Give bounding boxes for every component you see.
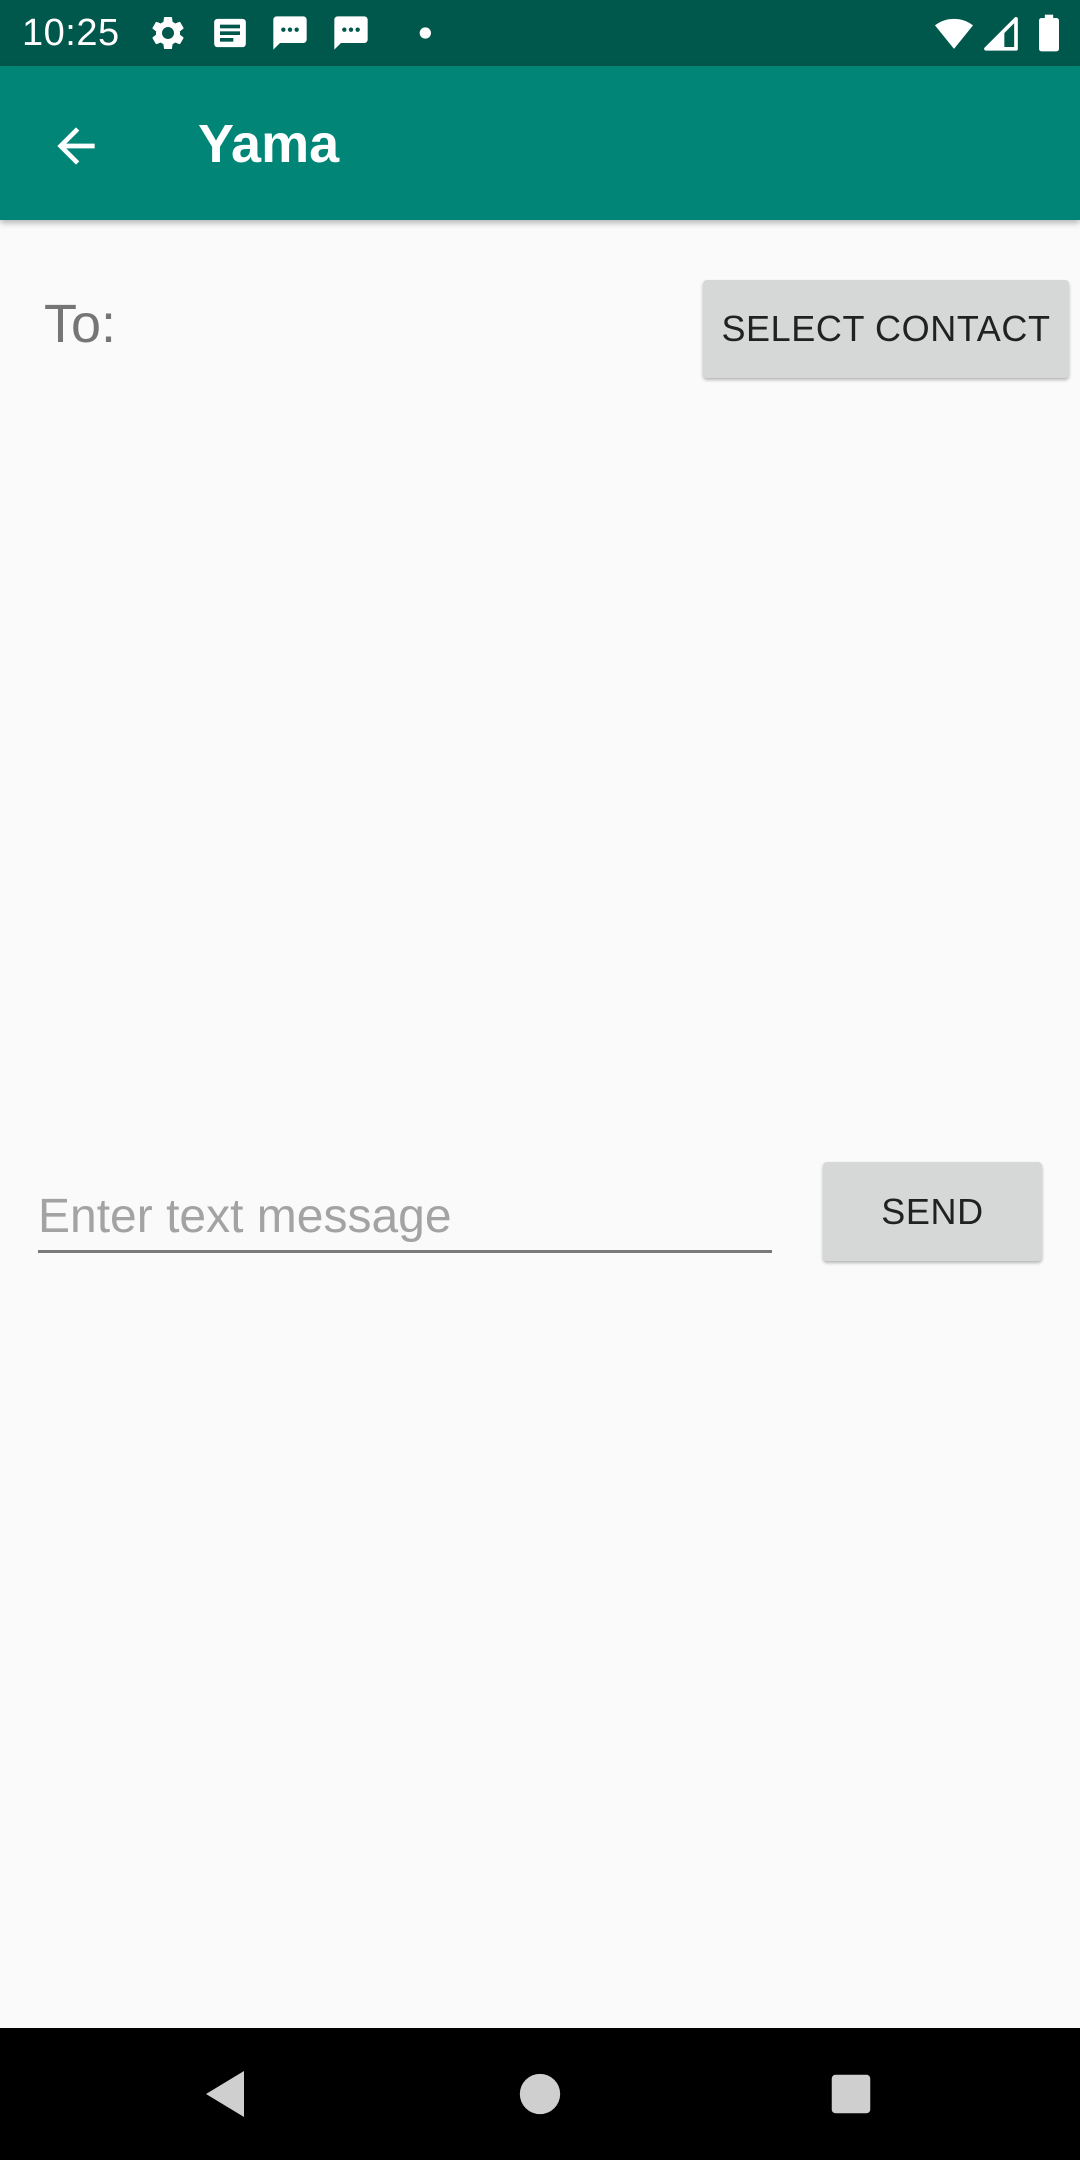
page-title: Yama [198, 114, 340, 174]
to-label: To: [44, 294, 117, 354]
select-contact-label: SELECT CONTACT [721, 308, 1051, 349]
app-bar: Yama [0, 66, 1080, 220]
send-button[interactable]: SEND [823, 1162, 1042, 1261]
message-input[interactable] [38, 1182, 772, 1253]
arrow-back-icon [57, 127, 95, 165]
status-bar: 10:25 [0, 0, 1080, 66]
sms-icon [334, 16, 368, 50]
battery-icon [1039, 14, 1059, 52]
wifi-icon [935, 18, 973, 49]
home-circle-icon [519, 2073, 561, 2115]
recents-square-icon [831, 2074, 871, 2114]
dot-icon [419, 27, 431, 39]
back-button[interactable] [30, 100, 122, 192]
nav-back-button[interactable] [190, 2058, 262, 2130]
status-time: 10:25 [22, 12, 120, 54]
sms-icon [273, 16, 307, 50]
cell-signal-icon [984, 17, 1018, 51]
newspaper-icon [214, 18, 246, 48]
nav-recents-button[interactable] [815, 2058, 887, 2130]
send-label: SEND [881, 1190, 984, 1232]
select-contact-button[interactable]: SELECT CONTACT [703, 280, 1069, 378]
nav-home-button[interactable] [504, 2058, 576, 2130]
settings-icon [152, 16, 184, 49]
back-triangle-icon [206, 2071, 244, 2117]
